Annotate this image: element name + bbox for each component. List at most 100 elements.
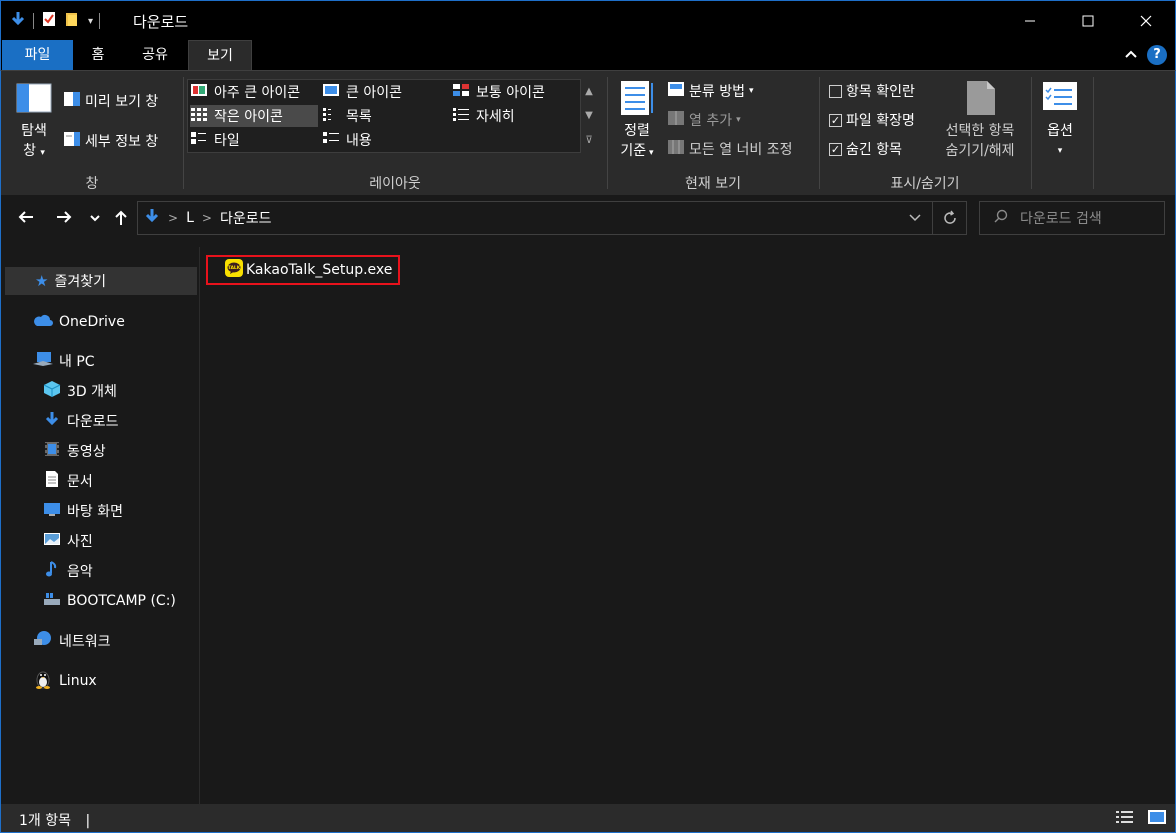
hidden-items-checkbox[interactable]: ✓: [829, 142, 842, 156]
toolbar-divider: [99, 13, 101, 29]
content-view-icon: [322, 131, 340, 149]
large-icons-label: 큰 아이콘: [346, 85, 402, 101]
nav-item-label: BOOTCAMP (C:): [67, 593, 176, 609]
list-label: 목록: [346, 109, 372, 125]
details-pane-button[interactable]: 세부 정보 창: [63, 131, 158, 151]
size-all-columns-button[interactable]: 모든 열 너비 조정: [667, 139, 793, 159]
recent-locations-button[interactable]: [89, 212, 101, 226]
maximize-button[interactable]: [1059, 1, 1117, 41]
add-columns-label: 열 추가: [689, 113, 733, 129]
navigation-pane-button[interactable]: 탐색 창 ▾: [11, 81, 57, 165]
tab-home[interactable]: 홈: [73, 40, 123, 70]
layout-small-icons[interactable]: 작은 아이콘: [190, 105, 318, 127]
item-checkboxes-label: 항목 확인란: [846, 84, 915, 100]
preview-pane-button[interactable]: 미리 보기 창: [63, 91, 158, 111]
music-icon: [43, 560, 61, 582]
close-button[interactable]: [1117, 1, 1175, 41]
group-divider: [1093, 77, 1094, 189]
address-row: > L > 다운로드 다운로드 검색: [0, 195, 1176, 247]
nav-item-linux[interactable]: Linux: [33, 667, 97, 695]
collapse-ribbon-icon[interactable]: [1123, 46, 1139, 66]
details-label: 자세히: [476, 109, 515, 125]
search-box[interactable]: 다운로드 검색: [979, 201, 1165, 235]
window-controls: [1001, 1, 1175, 41]
item-checkboxes-toggle[interactable]: 항목 확인란: [829, 81, 915, 101]
group-by-label: 분류 방법: [689, 84, 745, 100]
file-extensions-checkbox[interactable]: ✓: [829, 113, 842, 127]
chevron-right-icon[interactable]: >: [202, 211, 212, 225]
layout-tiles[interactable]: 타일: [190, 129, 240, 151]
forward-button[interactable]: [55, 209, 73, 230]
large-icons-view-button[interactable]: [1147, 809, 1167, 829]
chevron-right-icon[interactable]: >: [168, 211, 178, 225]
navigation-pane: ★ 즐겨찾기 OneDrive 내 PC 3D 개체 다운로드 동영상 문서 바…: [0, 247, 200, 804]
customize-toolbar-icon[interactable]: ▾: [88, 16, 93, 27]
extra-large-icons-icon: [190, 83, 208, 101]
nav-item-onedrive[interactable]: OneDrive: [33, 308, 125, 336]
hide-selected-icon: [965, 79, 997, 121]
options-button[interactable]: 옵션 ▾: [1037, 77, 1083, 167]
properties-icon[interactable]: [40, 10, 58, 32]
layout-list[interactable]: 목록: [322, 105, 372, 127]
computer-icon: [33, 351, 53, 371]
scroll-up-icon[interactable]: ▲: [585, 86, 593, 97]
nav-item-videos[interactable]: 동영상: [43, 437, 106, 465]
layout-content[interactable]: 내용: [322, 129, 372, 151]
more-layouts-icon[interactable]: ⊽: [585, 135, 592, 146]
address-history-button[interactable]: [898, 211, 932, 226]
layout-gallery: 아주 큰 아이콘 큰 아이콘 보통 아이콘 작은 아이콘 목록 자세히 타일 내…: [187, 79, 581, 153]
details-view-button[interactable]: [1115, 809, 1135, 829]
tiles-icon: [190, 131, 208, 149]
window-title: 다운로드: [133, 13, 189, 31]
tab-share[interactable]: 공유: [125, 40, 185, 70]
file-item[interactable]: TALK KakaoTalk_Setup.exe: [206, 255, 400, 285]
nav-item-desktop[interactable]: 바탕 화면: [43, 497, 123, 525]
nav-item-label: 다운로드: [67, 414, 119, 430]
file-name: KakaoTalk_Setup.exe: [246, 262, 393, 278]
sort-by-button[interactable]: 정렬 기준 ▾: [613, 77, 661, 167]
sort-by-label-2: 기준: [620, 143, 647, 159]
minimize-button[interactable]: [1001, 1, 1059, 41]
file-extensions-toggle[interactable]: ✓ 파일 확장명: [829, 110, 915, 130]
tab-view[interactable]: 보기: [188, 40, 252, 71]
nav-item-documents[interactable]: 문서: [43, 467, 93, 495]
help-icon[interactable]: ?: [1147, 45, 1167, 65]
up-button[interactable]: [113, 209, 129, 232]
refresh-button[interactable]: [932, 202, 966, 234]
toolbar-divider: [33, 13, 34, 29]
drive-icon: [43, 590, 61, 612]
layout-extra-large-icons[interactable]: 아주 큰 아이콘: [190, 81, 300, 103]
nav-item-pictures[interactable]: 사진: [43, 527, 93, 555]
item-checkboxes-checkbox[interactable]: [829, 84, 842, 98]
preview-pane-label: 미리 보기 창: [85, 94, 159, 110]
nav-item-downloads[interactable]: 다운로드: [43, 407, 119, 435]
back-button[interactable]: [17, 209, 35, 230]
scroll-down-icon[interactable]: ▼: [585, 110, 593, 121]
group-label-layout: 레이아웃: [369, 176, 421, 192]
hide-selected-items-button[interactable]: 선택한 항목 숨기기/해제: [935, 77, 1025, 167]
navigation-pane-label-1: 탐색: [21, 123, 47, 139]
tab-file[interactable]: 파일: [2, 40, 73, 70]
nav-item-3d-objects[interactable]: 3D 개체: [43, 377, 117, 405]
breadcrumb-item-l[interactable]: L: [186, 210, 194, 226]
hidden-items-label: 숨긴 항목: [846, 142, 902, 158]
medium-icons-label: 보통 아이콘: [476, 85, 545, 101]
layout-large-icons[interactable]: 큰 아이콘: [322, 81, 402, 103]
extra-large-icons-label: 아주 큰 아이콘: [214, 85, 301, 101]
hidden-items-toggle[interactable]: ✓ 숨긴 항목: [829, 139, 902, 159]
nav-item-bootcamp-drive[interactable]: BOOTCAMP (C:): [43, 587, 176, 615]
nav-item-network[interactable]: 네트워크: [33, 627, 111, 655]
list-view-icon: [322, 107, 340, 125]
new-folder-icon[interactable]: [64, 10, 82, 32]
add-columns-button[interactable]: 열 추가 ▾: [667, 110, 741, 130]
nav-item-quick-access[interactable]: ★ 즐겨찾기: [5, 267, 197, 295]
breadcrumb-item-downloads[interactable]: 다운로드: [220, 208, 272, 228]
address-bar[interactable]: > L > 다운로드: [137, 201, 967, 235]
nav-item-this-pc[interactable]: 내 PC: [33, 347, 95, 375]
layout-medium-icons[interactable]: 보통 아이콘: [452, 81, 545, 103]
nav-item-music[interactable]: 음악: [43, 557, 93, 585]
group-by-button[interactable]: 분류 방법 ▾: [667, 81, 754, 101]
chevron-down-icon: ▾: [40, 148, 45, 158]
hide-selected-label-1: 선택한 항목: [945, 123, 1015, 139]
layout-details[interactable]: 자세히: [452, 105, 515, 127]
